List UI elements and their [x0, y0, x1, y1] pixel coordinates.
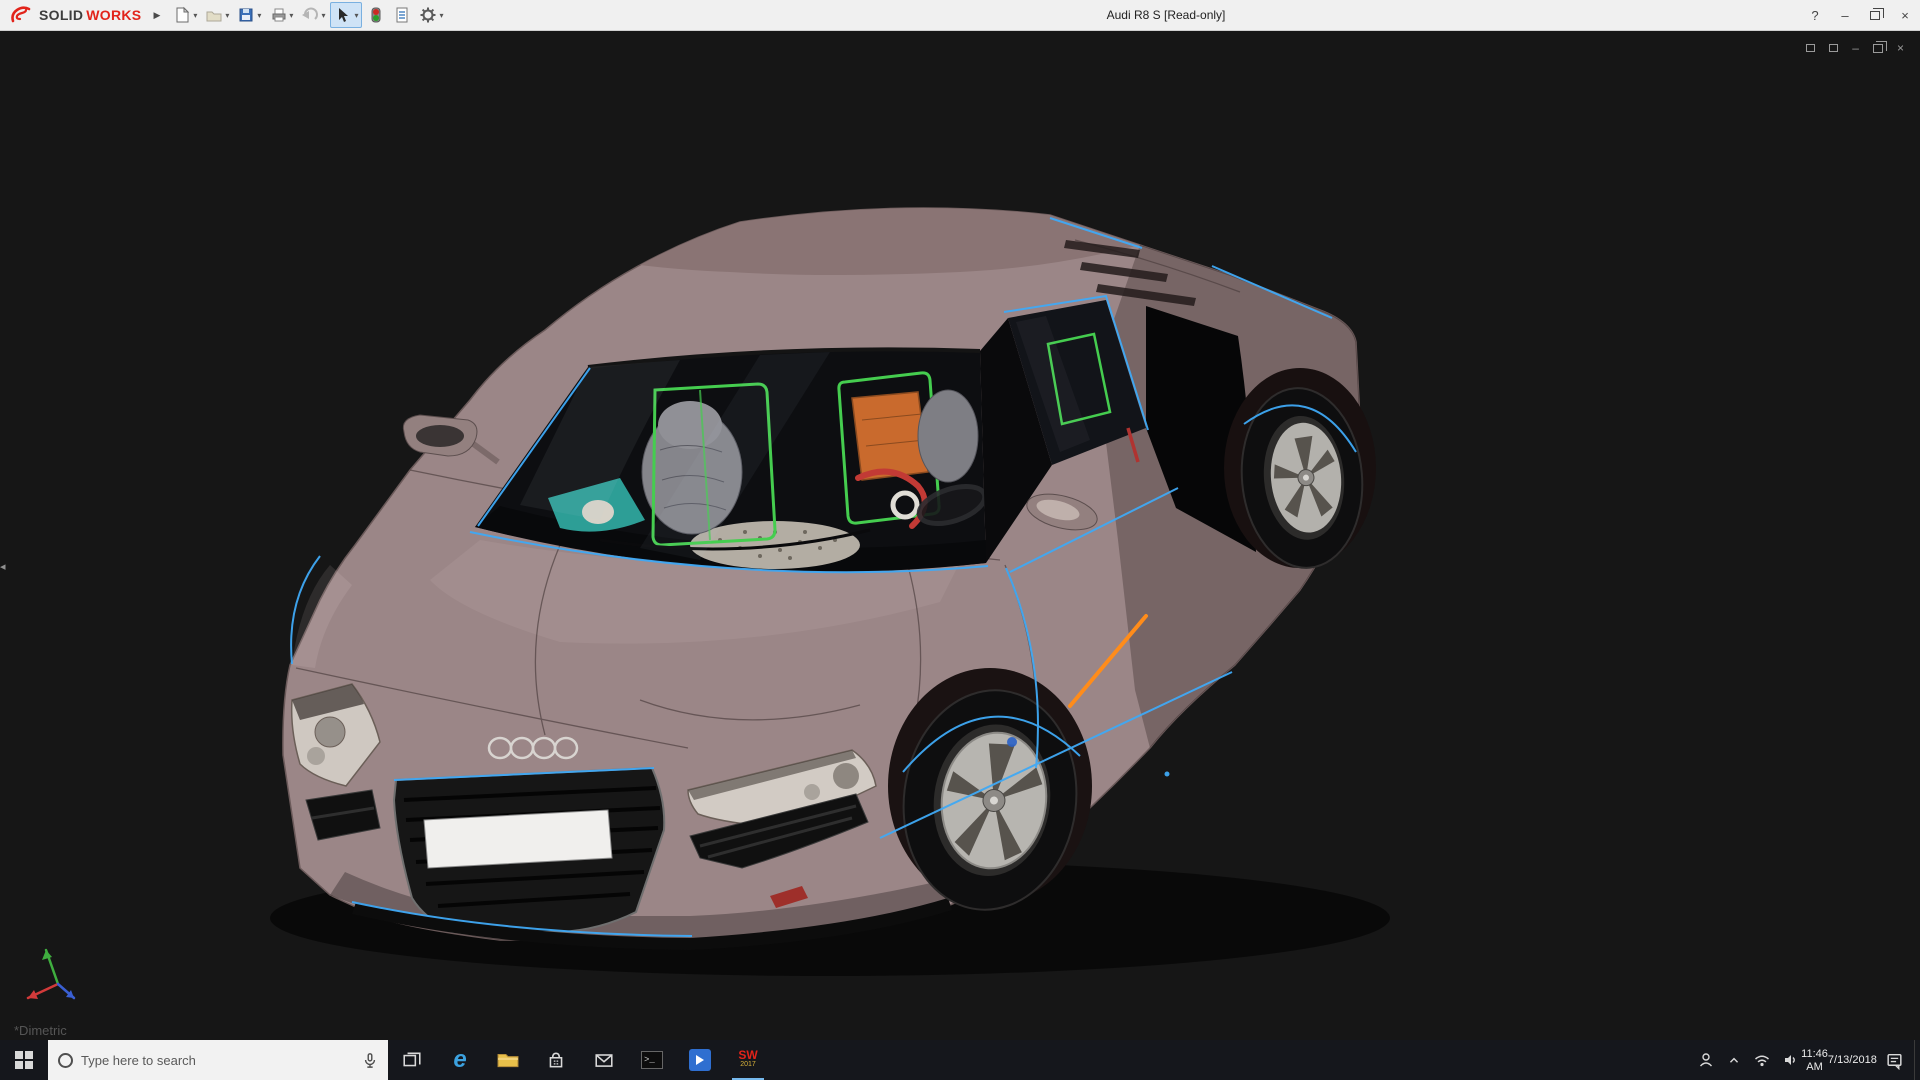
- open-button[interactable]: ▾: [202, 2, 232, 28]
- blue-app-icon: [689, 1049, 711, 1071]
- dropdown-caret[interactable]: ▾: [289, 11, 293, 20]
- open-folder-icon: [206, 11, 222, 22]
- save-button[interactable]: ▾: [234, 2, 264, 28]
- orange-console: [851, 391, 929, 481]
- view-orientation-label: *Dimetric: [14, 1023, 67, 1038]
- mail-icon: [595, 1054, 613, 1067]
- help-button[interactable]: ?: [1800, 0, 1830, 31]
- select-arrow-icon: [339, 8, 349, 22]
- featuremanager-flyout-arrow[interactable]: ◂: [0, 560, 6, 573]
- solidworks-logo: SOLID WORKS: [0, 5, 147, 25]
- taskbar: e >_ SW 2017: [0, 1040, 1920, 1080]
- clock-date: 7/13/2018: [1827, 1054, 1877, 1066]
- doc-close-button[interactable]: ×: [1897, 41, 1904, 55]
- volume-button[interactable]: [1776, 1040, 1804, 1080]
- window-icon: [1806, 44, 1816, 52]
- windows-logo-icon: [15, 1051, 33, 1069]
- brake-caliper: [1007, 737, 1017, 747]
- rebuild-button[interactable]: [364, 2, 388, 28]
- mail-button[interactable]: [580, 1040, 628, 1080]
- show-desktop-button[interactable]: [1914, 1040, 1920, 1080]
- minimize-button[interactable]: –: [1830, 0, 1860, 31]
- action-center-icon: [1886, 1053, 1902, 1070]
- doc-new-window-button[interactable]: [1806, 44, 1816, 52]
- doc-restore-button[interactable]: [1872, 40, 1887, 53]
- print-icon: [272, 8, 286, 22]
- file-properties-icon: [396, 7, 408, 23]
- edge-icon: e: [453, 1046, 467, 1073]
- close-button[interactable]: ×: [1890, 0, 1920, 31]
- file-explorer-button[interactable]: [484, 1040, 532, 1080]
- options-gear-icon: [420, 7, 436, 23]
- options-button[interactable]: ▾: [416, 2, 446, 28]
- dropdown-caret[interactable]: ▾: [321, 11, 325, 20]
- graphics-area: – × *Dimetric ◂: [0, 31, 1920, 1040]
- dropdown-caret[interactable]: ▾: [354, 11, 358, 20]
- speaker-icon: [1785, 1055, 1795, 1065]
- clock-time: 11:46 AM: [1801, 1047, 1828, 1073]
- reference-triad: [26, 948, 76, 1000]
- front-grille: [392, 766, 666, 933]
- chevron-up-icon: [1729, 1057, 1739, 1063]
- file-properties-button[interactable]: [390, 2, 414, 28]
- license-plate: [423, 809, 613, 869]
- command-prompt-icon: >_: [641, 1051, 663, 1069]
- microphone-icon[interactable]: [362, 1052, 378, 1068]
- 3d-viewport-scene[interactable]: [0, 31, 1920, 1040]
- search-input[interactable]: [81, 1052, 354, 1068]
- doc-minimize-button[interactable]: –: [1852, 41, 1859, 55]
- task-view-icon: [403, 1052, 421, 1067]
- task-view-button[interactable]: [388, 1040, 436, 1080]
- people-button[interactable]: [1692, 1040, 1720, 1080]
- dropdown-caret[interactable]: ▾: [257, 11, 261, 20]
- edge-button[interactable]: e: [436, 1040, 484, 1080]
- store-button[interactable]: [532, 1040, 580, 1080]
- restore-icon: [1870, 8, 1884, 20]
- window-controls: ? – ×: [1800, 0, 1920, 31]
- print-button[interactable]: ▾: [266, 2, 296, 28]
- restore-icon: [1872, 40, 1887, 53]
- car-model[interactable]: [282, 207, 1376, 950]
- new-document-icon: [176, 6, 190, 23]
- menu-expand-button[interactable]: ▶: [147, 6, 170, 25]
- action-center-button[interactable]: [1874, 1040, 1914, 1080]
- dropdown-caret[interactable]: ▾: [193, 11, 197, 20]
- dropdown-caret[interactable]: ▾: [439, 11, 443, 20]
- window-title: Audi R8 S [Read-only]: [1106, 8, 1226, 22]
- select-button[interactable]: ▾: [330, 2, 363, 28]
- tray-overflow-button[interactable]: [1720, 1040, 1748, 1080]
- taskbar-clock[interactable]: 11:46 AM 7/13/2018: [1801, 1047, 1877, 1074]
- dropdown-caret[interactable]: ▾: [225, 11, 229, 20]
- save-icon: [239, 8, 253, 22]
- solidworks-app-icon: SW 2017: [738, 1048, 758, 1068]
- command-prompt-button[interactable]: >_: [628, 1040, 676, 1080]
- people-icon: [1699, 1053, 1713, 1067]
- new-document-button[interactable]: ▾: [170, 2, 200, 28]
- solidworks-taskbar-button[interactable]: SW 2017: [724, 1040, 772, 1080]
- brand-works: WORKS: [86, 7, 142, 23]
- rebuild-icon: [371, 7, 381, 23]
- titlebar: SOLID WORKS ▶ ▾ ▾ ▾ ▾ ▾ ▾ ▾ Audi R8 S [R…: [0, 0, 1920, 31]
- network-button[interactable]: [1748, 1040, 1776, 1080]
- wifi-icon: [1755, 1055, 1769, 1067]
- blue-app-button[interactable]: [676, 1040, 724, 1080]
- doc-window-list-button[interactable]: [1829, 44, 1839, 52]
- restore-button[interactable]: [1860, 0, 1890, 31]
- passenger-seat: [917, 389, 979, 483]
- document-window-controls: – ×: [1806, 40, 1904, 55]
- cortana-icon: [58, 1052, 73, 1068]
- main-toolbar: ▾ ▾ ▾ ▾ ▾ ▾ ▾: [170, 2, 446, 28]
- undo-button[interactable]: ▾: [298, 2, 328, 28]
- taskbar-search[interactable]: [48, 1040, 388, 1080]
- file-explorer-icon: [497, 1053, 519, 1068]
- ds-logo-icon: [11, 6, 31, 23]
- window-icon: [1829, 44, 1839, 52]
- system-tray: 11:46 AM 7/13/2018: [1692, 1040, 1920, 1080]
- store-icon: [549, 1052, 563, 1068]
- brand-solid: SOLID: [39, 7, 84, 23]
- undo-icon: [302, 7, 319, 20]
- start-button[interactable]: [0, 1040, 48, 1080]
